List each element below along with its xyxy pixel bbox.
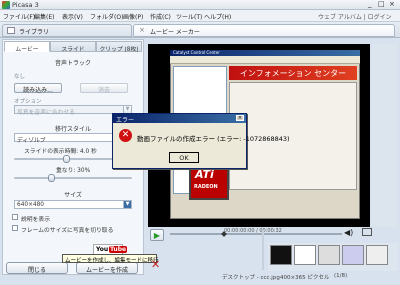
menu-tools[interactable]: ツール(T) (176, 12, 202, 21)
status-filename: デスクトップ - ccc.jpg (222, 275, 280, 281)
audio-track-none: なし (14, 74, 26, 80)
minimize-button[interactable]: _ (368, 0, 372, 8)
menu-picture[interactable]: 画像(P) (123, 12, 143, 21)
fit-frame-checkbox[interactable] (12, 225, 18, 231)
option-label: オプション (14, 99, 42, 105)
delete-clip-icon[interactable]: ✕ (151, 258, 160, 271)
preview-app-title: Catalyst Control Center (173, 50, 220, 55)
volume-icon[interactable]: ◀) (344, 228, 353, 237)
window-title: Picasa 3 (12, 1, 39, 9)
clear-audio-button[interactable]: 消去 (80, 83, 128, 94)
maximize-button[interactable]: □ (378, 0, 385, 8)
menu-help[interactable]: ヘルプ(H) (204, 12, 231, 21)
ati-logo-text: ATi (195, 168, 214, 181)
app-logo-icon (2, 1, 10, 9)
audio-track-title: 音声トラック (54, 60, 91, 67)
slider-handle[interactable] (48, 174, 55, 182)
size-select[interactable]: 640×480 ▼ (14, 200, 132, 209)
youtube-tube: Tube (109, 246, 128, 253)
close-tab-icon[interactable]: × (139, 26, 145, 34)
clip-thumbnail[interactable] (318, 245, 340, 265)
size-value: 640×480 (17, 202, 44, 208)
tab-library-label: ライブラリ (19, 29, 50, 36)
status-count: (1/8) (334, 273, 348, 279)
clip-thumbnail[interactable] (366, 245, 388, 265)
transition-style-value: ディゾルブ (17, 138, 46, 144)
error-dialog: エラー × ✕ 動画ファイルの作成エラー (エラー: -1072868843) … (112, 113, 290, 169)
clip-thumbnail[interactable] (342, 245, 364, 265)
menu-edit[interactable]: 編集(E) (34, 12, 54, 21)
size-title: サイズ (64, 192, 82, 199)
status-dimensions: 400×365 ピクセル (280, 275, 330, 281)
time-readout: 00:00:00:00 / 00:00:32 (224, 228, 282, 234)
create-movie-tooltip: ムービーを作成し、編集モードに移行 (62, 254, 159, 264)
title-bar: Picasa 3 _ □ × (0, 0, 400, 10)
tab-library[interactable]: ライブラリ (2, 24, 132, 37)
error-message: 動画ファイルの作成エラー (エラー: -1072868843) (137, 135, 290, 143)
slider-handle[interactable] (63, 155, 70, 163)
ati-logo-sub: RADEON (194, 184, 218, 190)
close-panel-button[interactable]: 閉じる (6, 262, 68, 274)
menu-bar: ファイル(F) 編集(E) 表示(V) フォルダ(O) 画像(P) 作成(C) … (0, 10, 400, 22)
fit-frame-label: フレームのサイズに写真を切り取る (21, 228, 114, 234)
menu-view[interactable]: 表示(V) (62, 12, 83, 21)
library-icon (7, 27, 15, 34)
menu-folder[interactable]: フォルダ(O) (90, 12, 123, 21)
show-caption-checkbox[interactable] (12, 214, 18, 220)
show-caption-label: 説明を表示 (21, 217, 50, 223)
chevron-down-icon: ▼ (123, 201, 131, 208)
error-dialog-titlebar: エラー × (113, 114, 246, 124)
clip-separator (262, 230, 264, 270)
tab-clips[interactable]: クリップ (8枚) (96, 41, 142, 53)
preview-info-banner: インフォメーション センター (229, 66, 357, 80)
fit-option-value: 写真を音声に合わせる (17, 110, 75, 116)
youtube-you: You (96, 246, 109, 253)
fullscreen-icon[interactable] (362, 228, 372, 236)
menu-file[interactable]: ファイル(F) (3, 12, 35, 21)
menu-create[interactable]: 作成(C) (150, 12, 171, 21)
tab-movie-maker[interactable]: × ムービー メーカー (133, 24, 395, 37)
load-audio-button[interactable]: 読み込み... (14, 83, 62, 94)
overlap-label: 重なり: 30% (56, 168, 91, 174)
error-dialog-title: エラー (116, 117, 135, 124)
tab-movie-maker-label: ムービー メーカー (150, 29, 200, 36)
error-icon: ✕ (119, 129, 132, 142)
clip-thumbnail[interactable] (294, 245, 316, 265)
overlap-slider[interactable] (14, 174, 132, 182)
chevron-down-icon: ▼ (123, 106, 131, 113)
play-button[interactable]: ▶ (150, 229, 164, 241)
web-album-link[interactable]: ウェブ アルバム | ログイン (318, 12, 392, 21)
preview-side-strip (372, 44, 398, 227)
slide-duration-label: スライドの表示時間: 4.0 秒 (24, 149, 97, 155)
tab-slide[interactable]: スライド (50, 41, 96, 53)
ok-button[interactable]: OK (169, 152, 199, 163)
status-bar: デスクトップ - ccc.jpg 400×365 ピクセル (1/8) (148, 272, 398, 282)
view-tabs: ライブラリ × ムービー メーカー (0, 22, 400, 38)
tab-movie[interactable]: ムービー (4, 41, 50, 53)
clip-thumbnail[interactable] (270, 245, 292, 265)
clip-thumbnail-strip (268, 243, 398, 271)
close-icon[interactable]: × (236, 115, 244, 121)
close-button[interactable]: × (389, 0, 395, 8)
preview-app-toolbar (170, 56, 360, 64)
